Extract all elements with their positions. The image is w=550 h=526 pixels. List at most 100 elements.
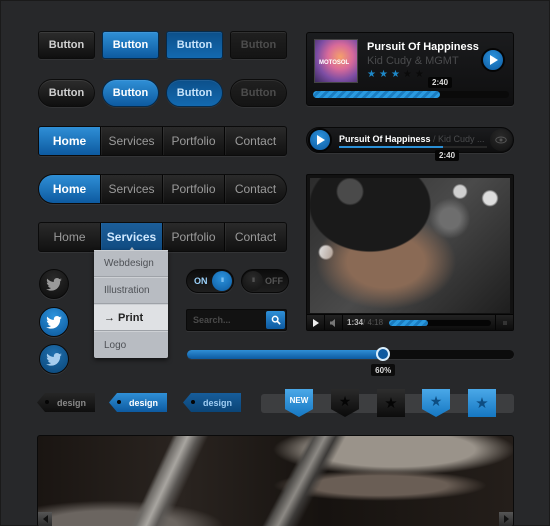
search-box — [186, 309, 287, 331]
nav-bar-dropdown: Home Services Portfolio Contact — [38, 222, 287, 252]
dropdown-item-illustration[interactable]: Illustration — [94, 277, 168, 304]
twitter-button-blue[interactable] — [39, 307, 69, 337]
nav-item-services[interactable]: Services — [100, 127, 162, 155]
star-icon: ★ — [429, 392, 443, 409]
nav-item-portfolio[interactable]: Portfolio — [162, 223, 224, 251]
nav-item-home[interactable]: Home — [39, 127, 100, 155]
chevron-left-icon — [42, 515, 48, 523]
services-dropdown-menu: Webdesign Illustration → Print Logo — [94, 250, 168, 358]
nav-item-contact[interactable]: Contact — [224, 175, 286, 203]
ribbon-star-blue-square[interactable]: ★ — [468, 389, 496, 417]
compact-music-player: Pursuit Of Happiness / Kid Cudy ... — [306, 127, 514, 153]
play-button[interactable] — [308, 128, 332, 152]
pill-button-blue[interactable]: Button — [102, 79, 159, 107]
play-icon — [317, 135, 325, 145]
star-icon: ★ — [475, 395, 489, 412]
chevron-right-icon — [503, 515, 509, 523]
tag-design-blue[interactable]: design — [109, 393, 167, 412]
track-progress-bar[interactable] — [339, 146, 487, 148]
search-icon — [271, 315, 281, 325]
star-icon[interactable]: ★ — [415, 69, 424, 80]
pill-button-disabled: Button — [230, 79, 287, 107]
dropdown-item-webdesign[interactable]: Webdesign — [94, 250, 168, 277]
toggle-switch-off[interactable]: III OFF — [241, 269, 289, 293]
eye-icon — [495, 136, 507, 144]
speaker-icon — [329, 318, 335, 327]
button-blue-pressed[interactable]: Button — [166, 31, 223, 59]
star-icon: ★ — [338, 392, 352, 409]
track-progress-fill — [339, 146, 443, 148]
video-progress-bar[interactable] — [389, 319, 492, 326]
toggle-on-label: ON — [194, 276, 208, 286]
slider-thumb[interactable] — [376, 347, 391, 361]
play-button[interactable] — [481, 48, 505, 72]
twitter-bird-icon — [46, 277, 62, 291]
track-title-text: Pursuit Of Happiness — [339, 134, 431, 144]
nav-item-home[interactable]: Home — [39, 175, 100, 203]
star-icon[interactable]: ★ — [367, 69, 376, 80]
twitter-bird-icon — [46, 315, 62, 329]
track-artist: Kid Cudy & MGMT — [367, 55, 459, 67]
slider-fill — [187, 350, 384, 359]
nav-item-contact[interactable]: Contact — [224, 127, 286, 155]
video-time: 1:34/ 4:18 — [343, 318, 387, 327]
track-time-tooltip: 2:40 — [428, 77, 453, 88]
track-title: Pursuit Of Happiness / Kid Cudy ... — [339, 134, 485, 144]
pill-button-blue-pressed[interactable]: Button — [166, 79, 223, 107]
nav-bar-square: Home Services Portfolio Contact — [38, 126, 287, 156]
fullscreen-icon — [502, 320, 507, 325]
star-icon[interactable]: ★ — [403, 69, 412, 80]
music-player-card: MOTOSOL Pursuit Of Happiness Kid Cudy & … — [306, 32, 514, 106]
nav-item-services[interactable]: Services — [100, 175, 162, 203]
nav-bar-pill: Home Services Portfolio Contact — [38, 174, 287, 204]
toggle-switch-on[interactable]: ON III — [186, 269, 234, 293]
video-fullscreen-button[interactable] — [495, 314, 513, 330]
visibility-button[interactable] — [490, 129, 512, 151]
ribbon-star-dark-square[interactable]: ★ — [377, 389, 405, 417]
twitter-button-dark[interactable] — [39, 269, 69, 299]
button-dark[interactable]: Button — [38, 31, 95, 59]
search-button[interactable] — [266, 311, 285, 329]
toggle-knob[interactable]: III — [243, 271, 263, 291]
nav-item-home[interactable]: Home — [39, 223, 100, 251]
image-slider — [37, 435, 514, 526]
video-player: 1:34/ 4:18 — [306, 174, 514, 331]
video-progress-fill — [389, 319, 428, 326]
dropdown-item-logo[interactable]: Logo — [94, 331, 168, 358]
nav-item-portfolio[interactable]: Portfolio — [162, 127, 224, 155]
album-art-text: MOTOSOL — [319, 60, 350, 66]
album-art: MOTOSOL — [314, 39, 358, 83]
track-artist: / Kid Cudy ... — [430, 134, 485, 144]
slider-value-tooltip: 60% — [371, 364, 396, 376]
button-disabled: Button — [230, 31, 287, 59]
slider-next-button[interactable] — [499, 512, 513, 526]
star-icon[interactable]: ★ — [379, 69, 388, 80]
slider-prev-button[interactable] — [38, 512, 52, 526]
video-mute-button[interactable] — [325, 314, 343, 330]
track-title: Pursuit Of Happiness — [367, 41, 479, 53]
volume-slider[interactable]: 60% — [187, 347, 514, 376]
video-total-time: / 4:18 — [363, 318, 384, 327]
button-blue[interactable]: Button — [102, 31, 159, 59]
search-input[interactable] — [187, 310, 263, 330]
toggle-knob[interactable]: III — [212, 271, 232, 291]
ribbon-new-label: NEW — [289, 395, 309, 405]
video-frame[interactable] — [310, 178, 510, 313]
track-progress-fill — [313, 91, 441, 98]
video-play-button[interactable] — [307, 314, 325, 330]
star-icon[interactable]: ★ — [391, 69, 400, 80]
twitter-button-pressed[interactable] — [39, 344, 69, 374]
nav-item-portfolio[interactable]: Portfolio — [162, 175, 224, 203]
nav-item-contact[interactable]: Contact — [224, 223, 286, 251]
track-progress-bar[interactable] — [313, 91, 509, 98]
twitter-bird-icon — [46, 352, 62, 366]
video-current-time: 1:34 — [347, 318, 364, 327]
star-rating[interactable]: ★ ★ ★ ★ ★ — [367, 69, 424, 80]
tag-design-blue-pressed[interactable]: design — [183, 393, 241, 412]
play-icon — [490, 55, 498, 65]
track-time-tooltip: 2:40 — [435, 150, 460, 161]
tag-design-dark[interactable]: design — [37, 393, 95, 412]
pill-button-dark[interactable]: Button — [38, 79, 95, 107]
dropdown-item-print[interactable]: → Print — [94, 304, 168, 331]
nav-item-services[interactable]: Services — [100, 223, 162, 252]
